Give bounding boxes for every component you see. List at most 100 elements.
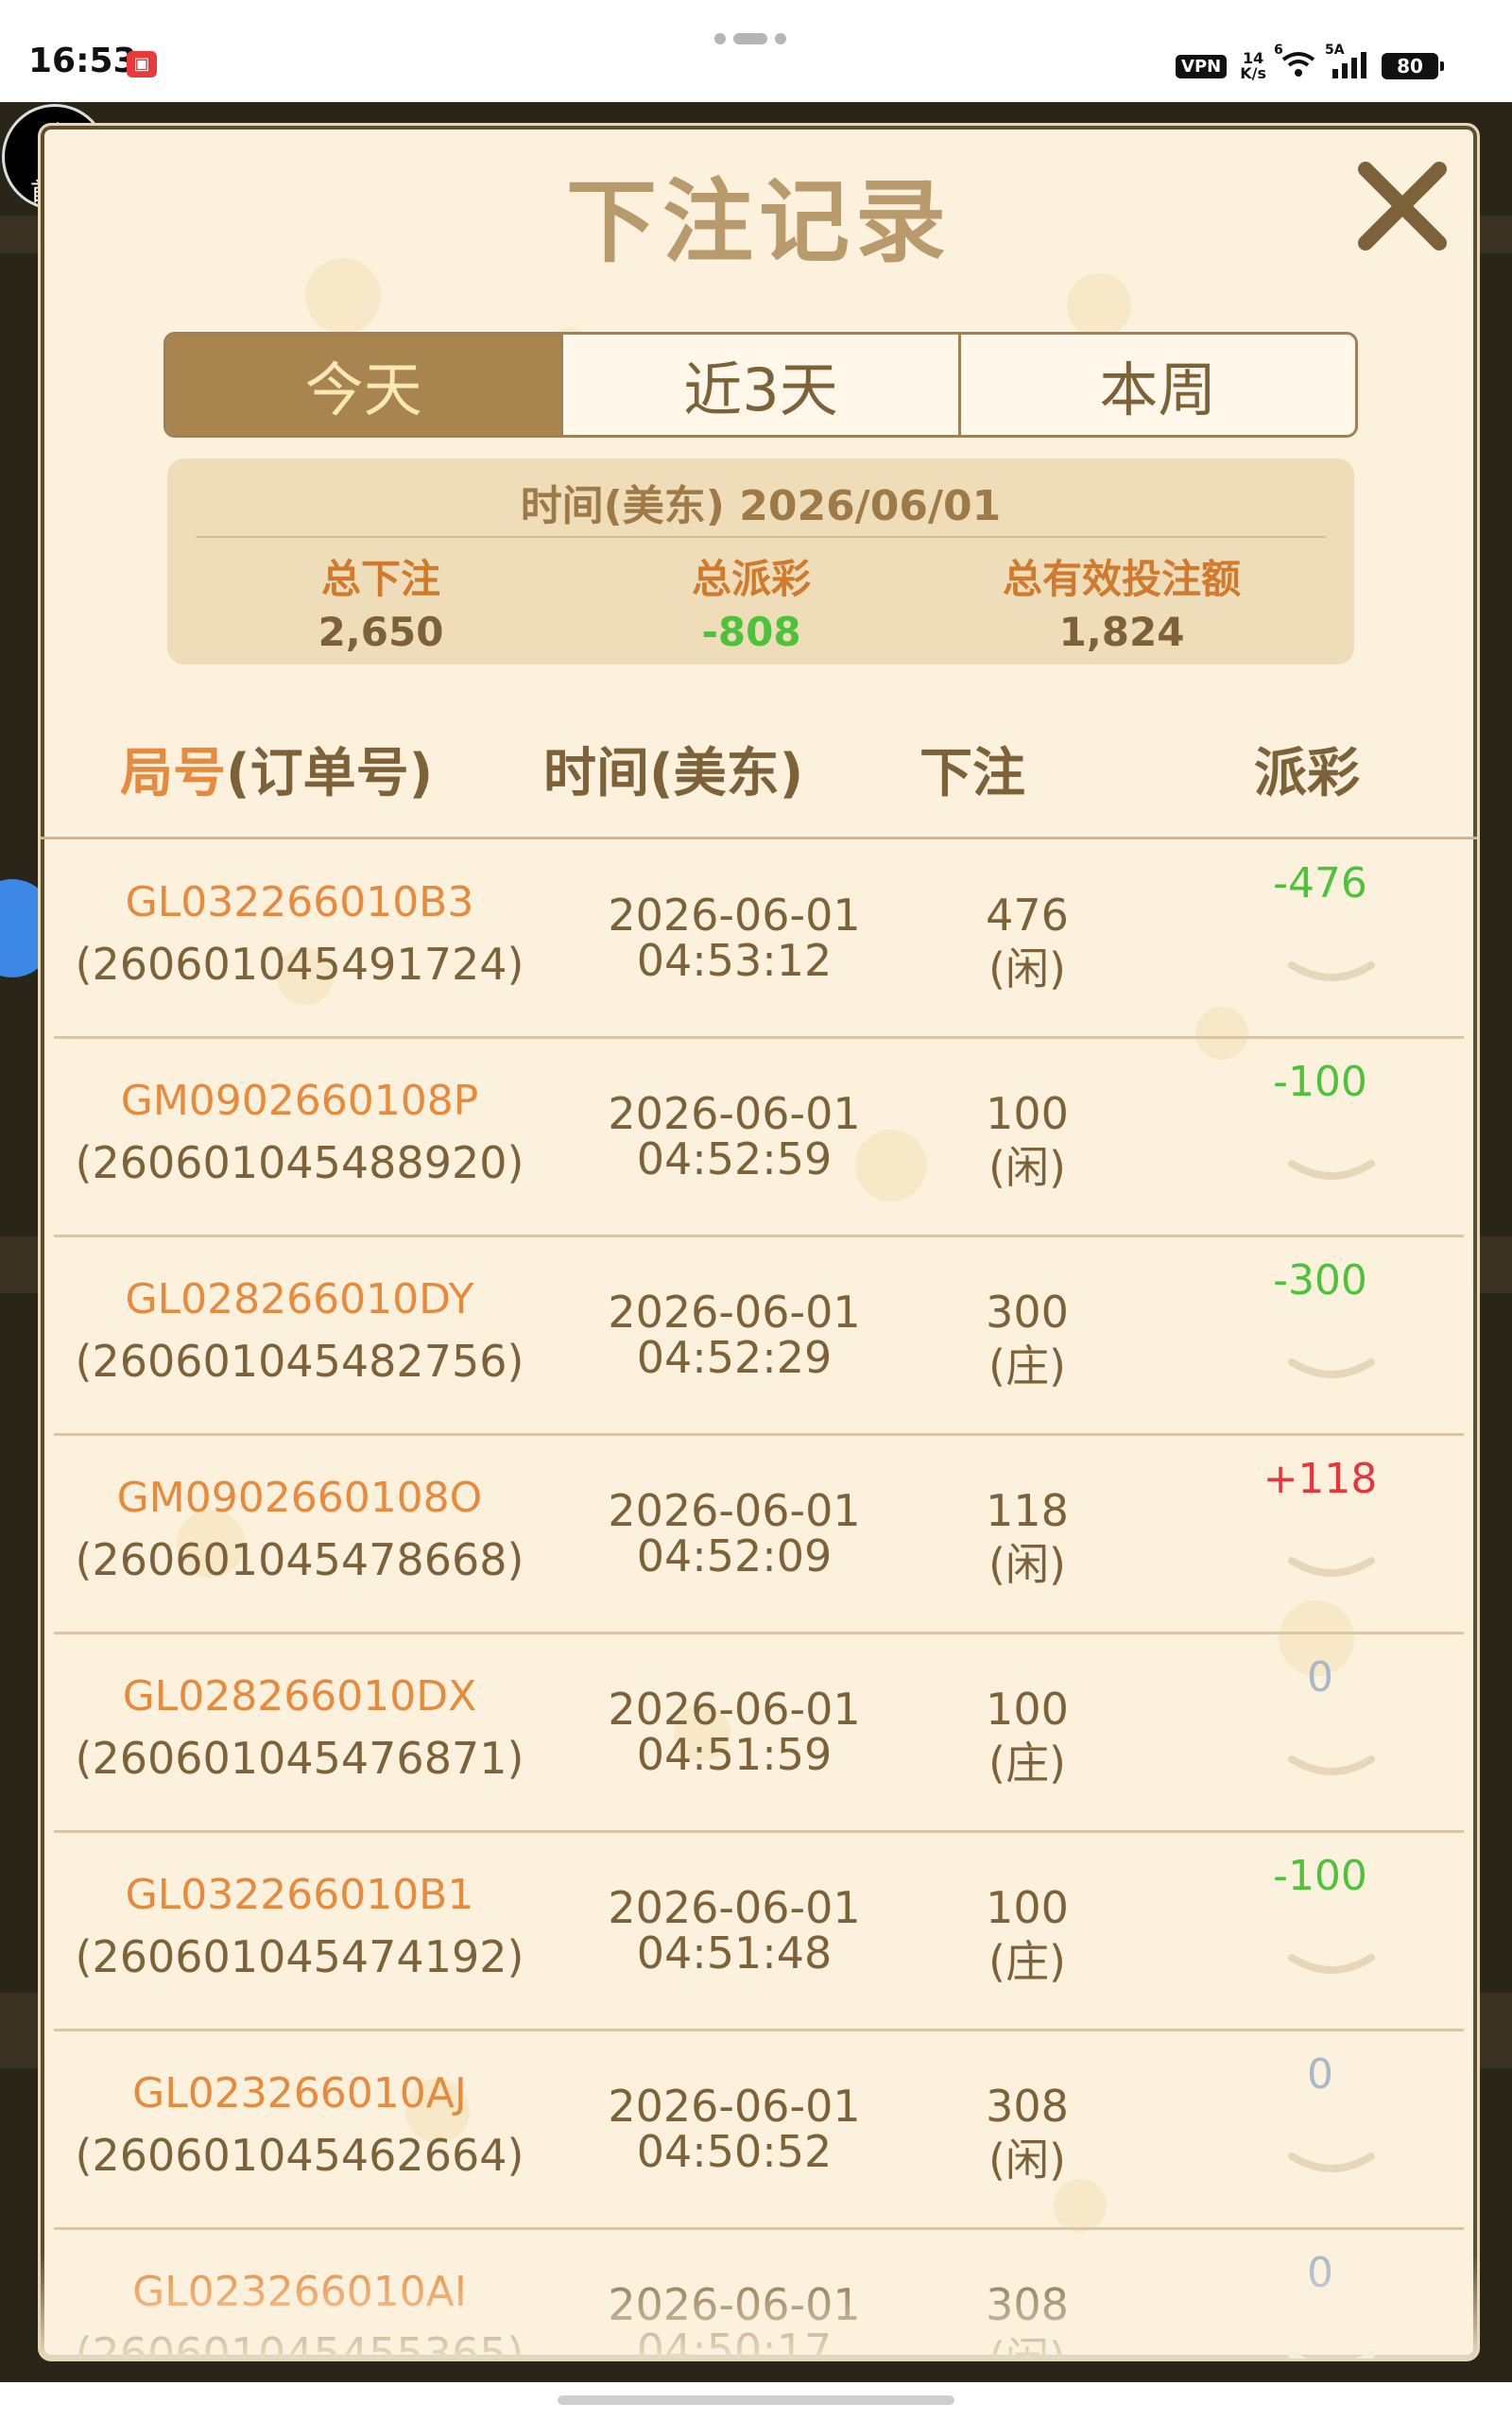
chevron-down-icon[interactable] <box>1286 956 1377 994</box>
total-payout-value: -808 <box>701 609 801 655</box>
bet-time: 04:52:59 <box>636 1133 833 1184</box>
payout-amount: +118 <box>1263 1455 1378 1503</box>
payout-amount: -100 <box>1273 1852 1367 1900</box>
total-valid-value: 1,824 <box>1058 609 1185 655</box>
close-icon <box>1358 162 1447 251</box>
payout-amount: 0 <box>1307 2050 1333 2099</box>
bet-date: 2026-06-01 <box>608 1287 861 1338</box>
bet-side: (闲) <box>988 2333 1066 2361</box>
signal-badge: 5A <box>1325 42 1345 58</box>
bet-amount: 300 <box>986 1287 1069 1338</box>
payout-amount: -476 <box>1273 859 1367 908</box>
bet-amount: 118 <box>986 1485 1069 1536</box>
bet-date: 2026-06-01 <box>608 1882 861 1933</box>
bet-amount: 100 <box>986 1882 1069 1933</box>
chevron-down-icon[interactable] <box>1286 2345 1377 2361</box>
bet-date: 2026-06-01 <box>608 1485 861 1536</box>
order-id: (260601045478668) <box>75 1534 524 1585</box>
round-id: GL023266010AJ <box>132 2069 467 2118</box>
order-id: (260601045476871) <box>75 1733 524 1784</box>
table-row[interactable]: GL023266010AJ (260601045462664) 2026-06-… <box>54 2031 1464 2230</box>
payout-amount: 0 <box>1307 2249 1333 2297</box>
header-divider <box>41 837 1477 839</box>
wifi-icon: 6 <box>1274 43 1317 83</box>
close-button[interactable] <box>1350 154 1454 258</box>
bet-date: 2026-06-01 <box>608 2279 861 2330</box>
bet-side: (闲) <box>988 943 1066 994</box>
bet-amount: 476 <box>986 890 1069 941</box>
bet-side: (闲) <box>988 1539 1066 1590</box>
round-id: GL032266010B3 <box>125 878 474 926</box>
bet-date: 2026-06-01 <box>608 1684 861 1735</box>
round-id: GM0902660108P <box>120 1077 479 1125</box>
chevron-down-icon[interactable] <box>1286 1948 1377 1986</box>
network-speed: 14 K/s <box>1240 51 1266 81</box>
table-row[interactable]: GL023266010AI (260601045455365) 2026-06-… <box>54 2230 1464 2361</box>
tab-today[interactable]: 今天 <box>166 335 564 435</box>
gesture-handle[interactable] <box>558 2395 954 2405</box>
bet-side: (庄) <box>988 1340 1066 1392</box>
table-row[interactable]: GM0902660108P (260601045488920) 2026-06-… <box>54 1039 1464 1237</box>
bet-time: 04:52:09 <box>636 1530 833 1582</box>
chevron-down-icon[interactable] <box>1286 1154 1377 1192</box>
dialog-title: 下注记录 <box>566 169 952 275</box>
bet-time: 04:51:48 <box>636 1927 833 1979</box>
table-row[interactable]: GM0902660108O (260601045478668) 2026-06-… <box>54 1436 1464 1634</box>
bet-side: (闲) <box>988 2135 1066 2186</box>
column-order-label: (订单号) <box>226 743 434 804</box>
summary-total-bet: 总下注 2,650 <box>192 547 570 655</box>
app-notification-icon: ▣ <box>127 51 157 78</box>
table-row[interactable]: GL032266010B1 (260601045474192) 2026-06-… <box>54 1833 1464 2031</box>
bet-record-list: GL032266010B3 (260601045491724) 2026-06-… <box>41 840 1477 2361</box>
summary-date: 时间(美东) 2026/06/01 <box>520 482 1002 530</box>
signal-icon: 5A <box>1325 43 1368 83</box>
total-bet-label: 总下注 <box>320 556 440 602</box>
order-id: (260601045482756) <box>75 1336 524 1387</box>
payout-amount: 0 <box>1307 1653 1333 1702</box>
bet-date: 2026-06-01 <box>608 1088 861 1139</box>
order-id: (260601045488920) <box>75 1137 524 1188</box>
table-row[interactable]: GL032266010B3 (260601045491724) 2026-06-… <box>54 840 1464 1039</box>
bet-date: 2026-06-01 <box>608 2081 861 2132</box>
chevron-down-icon[interactable] <box>1286 1750 1377 1788</box>
total-valid-label: 总有效投注额 <box>1002 556 1241 602</box>
total-payout-label: 总派彩 <box>691 556 811 602</box>
bet-amount: 100 <box>986 1684 1069 1735</box>
bet-time: 04:51:59 <box>636 1729 833 1780</box>
table-header: 局号(订单号) 时间(美东) 下注 派彩 <box>41 731 1477 825</box>
summary-panel: 时间(美东) 2026/06/01 总下注 2,650 总派彩 -808 总有效… <box>167 458 1354 665</box>
multitask-dots-icon[interactable] <box>714 28 798 44</box>
tab-last-3-days[interactable]: 近3天 <box>563 335 961 435</box>
column-round: 局号(订单号) <box>120 731 433 807</box>
order-id: (260601045474192) <box>75 1931 524 1982</box>
table-row[interactable]: GL028266010DY (260601045482756) 2026-06-… <box>54 1237 1464 1436</box>
bet-side: (庄) <box>988 1737 1066 1789</box>
tab-this-week[interactable]: 本周 <box>961 335 1355 435</box>
column-payout: 派彩 <box>1254 743 1360 804</box>
summary-total-payout: 总派彩 -808 <box>562 547 940 655</box>
table-row[interactable]: GL028266010DX (260601045476871) 2026-06-… <box>54 1634 1464 1833</box>
bet-record-dialog: 下注记录 今天 近3天 本周 时间(美东) 2026/06/01 总下注 2,6… <box>38 123 1480 2361</box>
round-id: GL028266010DY <box>125 1275 474 1323</box>
chevron-down-icon[interactable] <box>1286 1551 1377 1589</box>
column-round-label: 局号 <box>120 743 226 804</box>
chevron-down-icon[interactable] <box>1286 2147 1377 2185</box>
vpn-badge: VPN <box>1176 54 1228 78</box>
bet-side: (庄) <box>988 1936 1066 1987</box>
status-time: 16:53 <box>28 42 137 80</box>
bet-date: 2026-06-01 <box>608 890 861 941</box>
summary-total-valid-bet: 总有效投注额 1,824 <box>933 547 1311 655</box>
bet-amount: 308 <box>986 2081 1069 2132</box>
round-id: GL028266010DX <box>122 1672 477 1720</box>
wifi-badge: 6 <box>1274 42 1283 58</box>
payout-amount: -300 <box>1273 1256 1367 1305</box>
bet-time: 04:50:52 <box>636 2126 833 2177</box>
column-time: 时间(美东) <box>543 743 804 804</box>
bet-time: 04:52:29 <box>636 1332 833 1383</box>
total-bet-value: 2,650 <box>318 609 444 655</box>
status-bar: 16:53 ▣ VPN 14 K/s 6 5A 80 <box>0 0 1512 102</box>
payout-amount: -100 <box>1273 1058 1367 1106</box>
battery-icon: 80 <box>1382 53 1444 79</box>
summary-divider <box>196 536 1326 538</box>
chevron-down-icon[interactable] <box>1286 1353 1377 1391</box>
